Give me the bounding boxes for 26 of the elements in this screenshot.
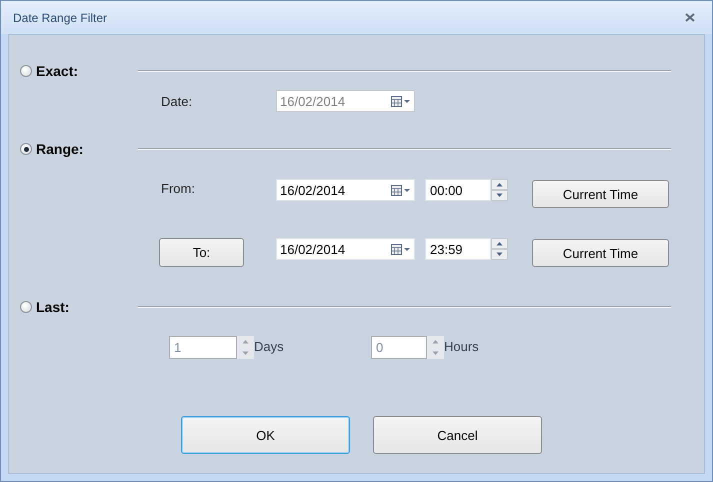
window-title: Date Range Filter [13,10,108,24]
ok-button[interactable]: OK [181,416,350,454]
field-label: Date: [161,94,194,108]
spinner-arrows-icon[interactable] [491,179,508,201]
spinner-arrows-icon[interactable] [491,238,508,260]
close-icon[interactable] [685,13,695,22]
time-field[interactable]: 00:00 [425,179,491,201]
current-time-button[interactable]: Current Time [532,239,669,267]
calendar-icon [391,184,410,196]
radio-button[interactable] [20,65,32,77]
radio-button[interactable] [20,143,32,155]
to-button[interactable]: To: [159,238,244,267]
unit-label: Days [254,339,285,354]
radio-label: Last: [36,299,70,315]
calendar-icon [391,244,410,254]
date-picker[interactable]: 16/02/2014 [276,238,415,260]
radio-label: Exact: [36,63,78,79]
time-field[interactable]: 23:59 [425,238,491,260]
radio-button[interactable] [20,301,32,313]
date-picker[interactable]: 16/02/2014 [276,179,415,201]
radio-label: Range: [36,141,84,157]
calendar-icon [391,96,410,106]
field-label: From: [161,181,196,196]
current-time-button[interactable]: Current Time [532,180,669,208]
unit-label: Hours [444,339,479,354]
cancel-button[interactable]: Cancel [373,416,542,454]
